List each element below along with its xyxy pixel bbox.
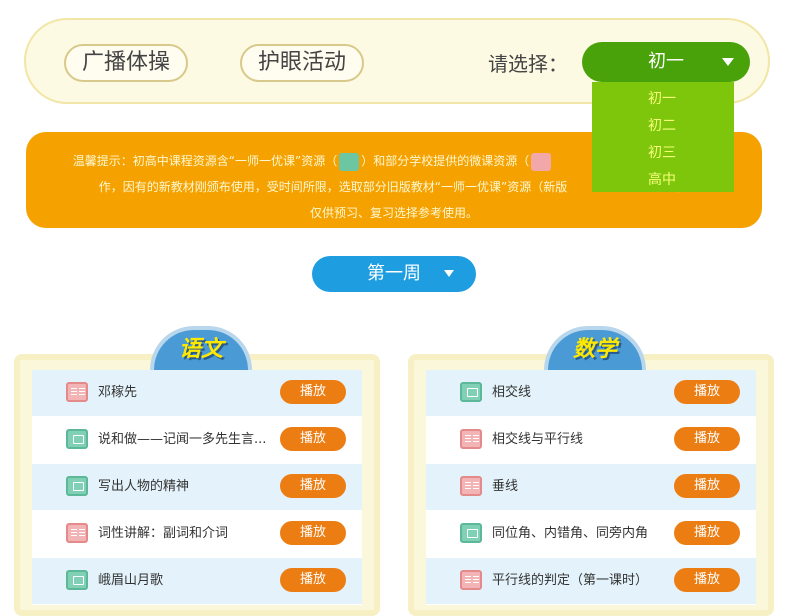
math-lesson-list: 相交线 播放 相交线与平行线 播放 垂线 播放 同位角、内错角、同旁内角 播放 … xyxy=(426,370,756,605)
lesson-title[interactable]: 平行线的判定（第一课时） xyxy=(492,558,682,604)
chinese-subject-title: 语文 xyxy=(150,326,252,370)
video-icon xyxy=(66,429,88,449)
lesson-row[interactable]: 说和做——记闻一多先生言... 播放 xyxy=(32,417,362,464)
eye-care-tab[interactable]: 护眼活动 xyxy=(240,44,364,82)
video-icon xyxy=(460,523,482,543)
lesson-title[interactable]: 说和做——记闻一多先生言... xyxy=(98,417,288,463)
week-select[interactable]: 第一周 xyxy=(312,256,476,292)
lesson-row[interactable]: 垂线 播放 xyxy=(426,464,756,511)
play-button[interactable]: 播放 xyxy=(674,474,740,498)
lesson-row[interactable]: 相交线与平行线 播放 xyxy=(426,417,756,464)
play-button[interactable]: 播放 xyxy=(674,521,740,545)
play-button[interactable]: 播放 xyxy=(280,568,346,592)
video-icon xyxy=(339,152,360,171)
broadcast-exercise-tab[interactable]: 广播体操 xyxy=(64,44,188,82)
lesson-title[interactable]: 写出人物的精神 xyxy=(98,464,288,510)
lesson-row[interactable]: 邓稼先 播放 xyxy=(32,370,362,417)
chinese-lesson-list: 邓稼先 播放 说和做——记闻一多先生言... 播放 写出人物的精神 播放 词性讲… xyxy=(32,370,362,605)
chinese-lesson-panel: 邓稼先 播放 说和做——记闻一多先生言... 播放 写出人物的精神 播放 词性讲… xyxy=(14,354,380,616)
notice-text-d: 作，因有的新教材刚颁布使用，受时间所限，选取部分旧版教材“一师一优课”资源（新版 xyxy=(98,180,568,194)
lesson-title[interactable]: 词性讲解：副词和介词 xyxy=(98,511,288,557)
lesson-row[interactable]: 写出人物的精神 播放 xyxy=(32,464,362,511)
play-button[interactable]: 播放 xyxy=(280,521,346,545)
grade-select-label: 请选择： xyxy=(488,52,568,76)
play-button[interactable]: 播放 xyxy=(674,380,740,404)
grade-option-4[interactable]: 高中 xyxy=(592,167,734,194)
notice-text-a: 温馨提示：初高中课程资源含“一师一优课”资源（ xyxy=(72,154,338,168)
week-selected-value: 第一周 xyxy=(367,263,421,284)
grade-select[interactable]: 初一 xyxy=(582,42,750,82)
book-icon xyxy=(460,429,482,449)
book-icon xyxy=(66,523,88,543)
play-button[interactable]: 播放 xyxy=(674,568,740,592)
play-button[interactable]: 播放 xyxy=(280,380,346,404)
caret-down-icon xyxy=(444,270,454,277)
play-button[interactable]: 播放 xyxy=(280,474,346,498)
grade-option-2[interactable]: 初二 xyxy=(592,113,734,140)
play-button[interactable]: 播放 xyxy=(280,427,346,451)
book-icon xyxy=(460,476,482,496)
video-icon xyxy=(460,382,482,402)
lesson-row[interactable]: 平行线的判定（第一课时） 播放 xyxy=(426,558,756,605)
notice-text-b: ）和部分学校提供的微课资源（ xyxy=(361,154,530,168)
book-icon xyxy=(66,382,88,402)
lesson-title[interactable]: 相交线与平行线 xyxy=(492,417,682,463)
lesson-title[interactable]: 垂线 xyxy=(492,464,682,510)
lesson-title[interactable]: 峨眉山月歌 xyxy=(98,558,288,604)
notice-line-3: 仅供预习、复习选择参考使用。 xyxy=(309,206,478,220)
play-button[interactable]: 播放 xyxy=(674,427,740,451)
video-icon xyxy=(66,570,88,590)
lesson-row[interactable]: 相交线 播放 xyxy=(426,370,756,417)
math-subject-title: 数学 xyxy=(544,326,646,370)
lesson-title[interactable]: 相交线 xyxy=(492,370,682,416)
grade-option-3[interactable]: 初三 xyxy=(592,140,734,167)
math-lesson-panel: 相交线 播放 相交线与平行线 播放 垂线 播放 同位角、内错角、同旁内角 播放 … xyxy=(408,354,774,616)
lesson-row[interactable]: 同位角、内错角、同旁内角 播放 xyxy=(426,511,756,558)
chinese-subject-card: 邓稼先 播放 说和做——记闻一多先生言... 播放 写出人物的精神 播放 词性讲… xyxy=(14,326,380,616)
grade-selected-value: 初一 xyxy=(648,51,684,72)
lesson-row[interactable]: 峨眉山月歌 播放 xyxy=(32,558,362,605)
lesson-title[interactable]: 邓稼先 xyxy=(98,370,288,416)
grade-option-1[interactable]: 初一 xyxy=(592,86,734,113)
book-icon xyxy=(460,570,482,590)
grade-dropdown-menu: 初一 初二 初三 高中 xyxy=(592,82,734,192)
book-icon xyxy=(531,152,552,171)
video-icon xyxy=(66,476,88,496)
lesson-title[interactable]: 同位角、内错角、同旁内角 xyxy=(492,511,682,557)
caret-down-icon xyxy=(722,58,734,66)
math-subject-card: 相交线 播放 相交线与平行线 播放 垂线 播放 同位角、内错角、同旁内角 播放 … xyxy=(408,326,774,616)
lesson-row[interactable]: 词性讲解：副词和介词 播放 xyxy=(32,511,362,558)
